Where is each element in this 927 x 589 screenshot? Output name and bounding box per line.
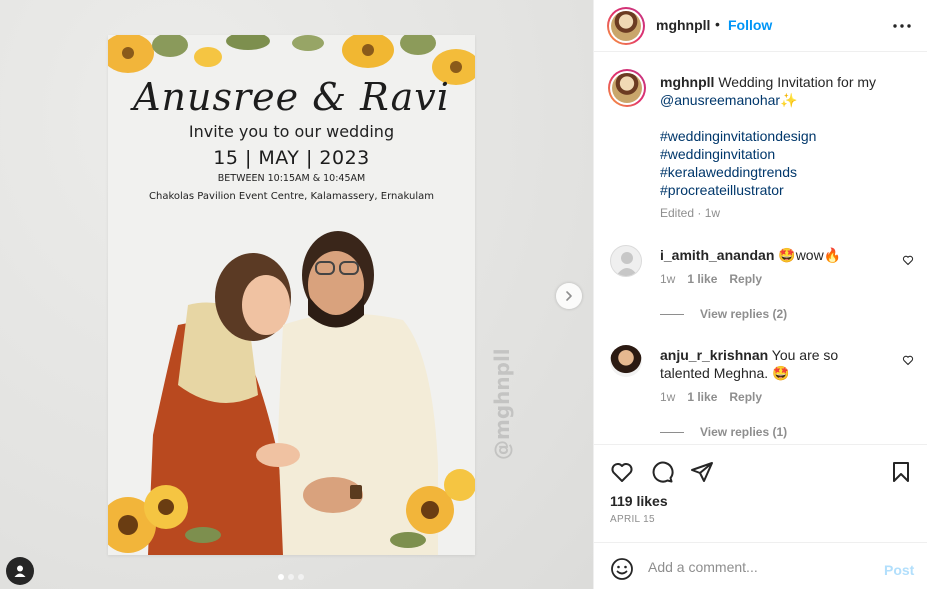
view-replies-label: View replies (1) — [700, 425, 788, 439]
caption-body: Wedding Invitation for my — [718, 74, 877, 90]
comment-reply-button[interactable]: Reply — [729, 390, 762, 404]
bookmark-icon[interactable] — [889, 460, 913, 484]
header-separator: • — [715, 16, 720, 32]
post-date[interactable]: APRIL 15 — [610, 514, 655, 525]
replies-divider-line — [660, 431, 684, 433]
caption-text: mghnpll Wedding Invitation for my @anusr… — [660, 73, 910, 109]
comment-body: 🤩wow🔥 — [778, 247, 842, 263]
user-tag-icon — [14, 565, 26, 577]
caption-author-avatar[interactable] — [608, 69, 646, 107]
wedding-time: BETWEEN 10:15AM & 10:45AM — [217, 173, 366, 184]
comment-bubble-icon[interactable] — [650, 460, 674, 484]
view-replies-button[interactable]: View replies (1) — [660, 425, 787, 439]
heart-icon[interactable] — [902, 254, 914, 266]
chevron-right-icon — [566, 291, 572, 301]
replies-divider-line — [660, 313, 684, 315]
comment-input[interactable] — [648, 555, 868, 579]
comments-scroll-area[interactable]: mghnpll Wedding Invitation for my @anusr… — [594, 53, 927, 444]
post-details-pane: mghnpll • Follow mghnpll Wedding Invitat… — [593, 0, 927, 589]
view-replies-label: View replies (2) — [700, 307, 788, 321]
carousel-indicator — [278, 574, 304, 580]
carousel-dot-active — [278, 574, 284, 580]
couple-illustration — [148, 231, 438, 555]
hashtag-link[interactable]: #weddinginvitationdesign — [660, 127, 816, 145]
wedding-date: 15 | MAY | 2023 — [213, 147, 370, 169]
comment-meta: 1w 1 like Reply — [660, 390, 762, 404]
comment-meta: 1w 1 like Reply — [660, 272, 762, 286]
commenter-username[interactable]: anju_r_krishnan — [660, 347, 768, 363]
commenter-username[interactable]: i_amith_anandan — [660, 247, 774, 263]
heart-icon[interactable] — [902, 354, 914, 366]
wedding-venue: Chakolas Pavilion Event Centre, Kalamass… — [149, 191, 434, 202]
hashtag-link[interactable]: #procreateillustrator — [660, 181, 816, 199]
comment-age: 1w — [660, 272, 676, 286]
commenter-avatar[interactable] — [610, 345, 642, 377]
view-replies-button[interactable]: View replies (2) — [660, 307, 787, 321]
default-avatar-icon — [616, 252, 638, 276]
caption-mention-link[interactable]: @anusreemanohar — [660, 92, 780, 108]
caption-username[interactable]: mghnpll — [660, 74, 714, 90]
couple-names: Anusree & Ravi — [133, 75, 450, 119]
caption-emoji: ✨ — [780, 92, 798, 108]
next-image-button[interactable] — [556, 283, 582, 309]
author-avatar[interactable] — [607, 7, 645, 45]
paper-plane-icon[interactable] — [690, 460, 714, 484]
emoji-smile-icon[interactable] — [610, 557, 634, 581]
commenter-avatar[interactable] — [610, 245, 642, 277]
artist-watermark: @mghnpll — [490, 348, 514, 460]
follow-button[interactable]: Follow — [728, 17, 772, 33]
post-header: mghnpll • Follow — [594, 0, 927, 52]
invite-line: Invite you to our wedding — [188, 122, 395, 141]
add-comment-bar: Post — [594, 542, 927, 589]
post-media-pane: Anusree & Ravi Invite you to our wedding… — [0, 0, 593, 589]
likes-count[interactable]: 119 likes — [610, 493, 668, 509]
comment-reply-button[interactable]: Reply — [729, 272, 762, 286]
post-actions-bar: 119 likes APRIL 15 — [594, 444, 927, 542]
comment-text: anju_r_krishnan You are so talented Megh… — [660, 346, 890, 382]
hashtag-link[interactable]: #weddinginvitation — [660, 145, 816, 163]
comment-like-count[interactable]: 1 like — [687, 390, 717, 404]
hashtag-list: #weddinginvitationdesign #weddinginvitat… — [660, 127, 816, 199]
carousel-dot — [288, 574, 294, 580]
invitation-card-image: Anusree & Ravi Invite you to our wedding… — [108, 35, 475, 555]
more-options-icon[interactable] — [892, 16, 912, 36]
author-username[interactable]: mghnpll — [656, 17, 710, 33]
carousel-dot — [298, 574, 304, 580]
heart-icon[interactable] — [610, 460, 634, 484]
comment-text: i_amith_anandan 🤩wow🔥 — [660, 246, 890, 264]
post-comment-button[interactable]: Post — [884, 562, 914, 578]
hashtag-link[interactable]: #keralaweddingtrends — [660, 163, 816, 181]
comment-age: 1w — [660, 390, 676, 404]
comment-like-count[interactable]: 1 like — [687, 272, 717, 286]
tagged-users-button[interactable] — [6, 557, 34, 585]
caption-edited-time: Edited · 1w — [660, 206, 721, 220]
